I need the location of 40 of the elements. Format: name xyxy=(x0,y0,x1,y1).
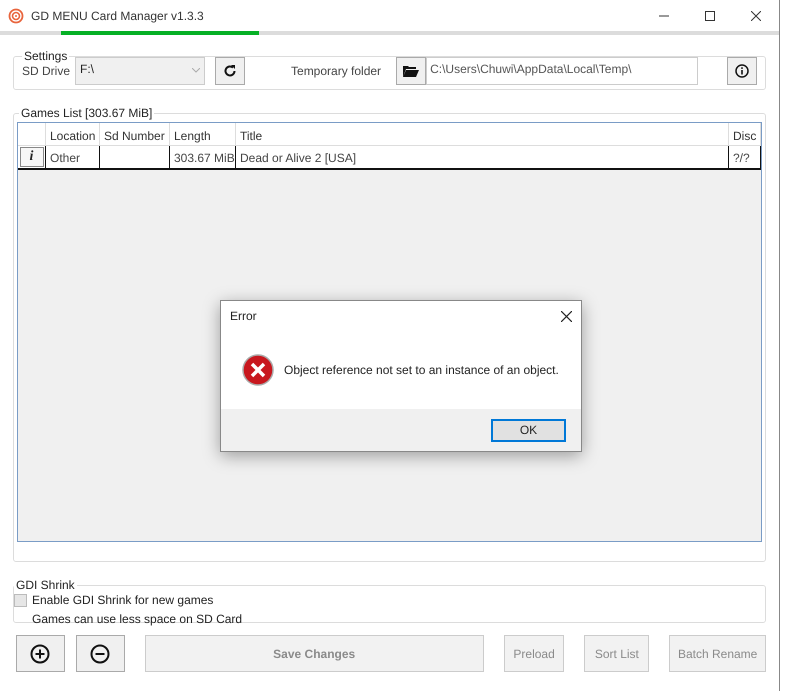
drive-dropdown[interactable]: F:\ xyxy=(75,57,206,85)
window-title: GD MENU Card Manager v1.3.3 xyxy=(31,8,204,24)
column-header[interactable]: Title xyxy=(236,123,729,145)
folder-icon xyxy=(403,65,420,77)
column-header[interactable]: Disc xyxy=(729,123,761,145)
remove-button[interactable] xyxy=(76,635,125,672)
ok-button[interactable]: OK xyxy=(491,418,566,442)
column-header[interactable]: Location xyxy=(46,123,100,145)
field-label: SD Drive xyxy=(22,63,70,80)
refresh-button[interactable] xyxy=(215,57,246,85)
info-icon xyxy=(735,64,749,78)
info-button[interactable] xyxy=(727,57,757,85)
column-header[interactable]: Length xyxy=(170,123,236,145)
close-icon xyxy=(751,10,761,20)
error-message: Object reference not set to an instance of an object. xyxy=(284,362,559,379)
group-title: Games List [303.67 MiB] xyxy=(20,105,154,122)
app-logo-icon xyxy=(8,8,24,24)
browse-folder-button[interactable] xyxy=(396,57,426,85)
add-button[interactable] xyxy=(16,635,65,672)
field-label: Temporary folder xyxy=(291,63,382,80)
checkbox-label: Enable GDI Shrink for new games xyxy=(32,592,214,609)
maximize-icon xyxy=(705,10,715,20)
hint-text: Games can use less space on SD Card xyxy=(32,611,244,628)
table-cell: Other xyxy=(50,151,80,165)
plus-circle-icon xyxy=(30,644,50,664)
dialog-title: Error xyxy=(230,308,257,325)
error-icon xyxy=(242,354,274,386)
table-cell: Dead or Alive 2 [USA] xyxy=(240,151,356,165)
minus-circle-icon xyxy=(90,644,110,664)
table-cell: 303.67 MiB xyxy=(174,151,235,165)
info-row-button[interactable]: i xyxy=(20,147,44,167)
checkbox[interactable] xyxy=(14,594,27,606)
table-cell: ?/? xyxy=(733,151,750,165)
group-title: GDI Shrink xyxy=(15,577,76,594)
column-header[interactable]: Sd Number xyxy=(100,123,170,145)
close-icon xyxy=(560,310,572,322)
temp-folder-field[interactable]: C:\Users\Chuwi\AppData\Local\Temp\ xyxy=(426,57,698,85)
chevron-down-icon xyxy=(192,68,200,73)
refresh-icon xyxy=(223,64,238,78)
group-title: Settings xyxy=(23,48,68,65)
